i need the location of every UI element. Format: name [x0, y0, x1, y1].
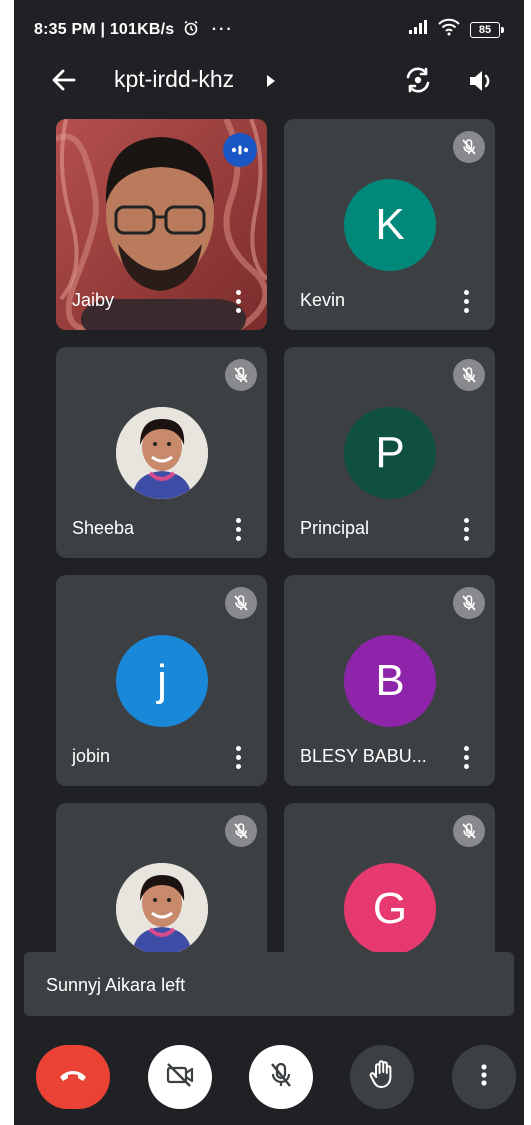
- avatar: B: [344, 635, 436, 727]
- participant-name: BLESY BABU...: [300, 746, 427, 766]
- participant-tile-kevin[interactable]: K Kevin: [284, 119, 495, 330]
- alarm-icon: [183, 20, 199, 41]
- raise-hand-button[interactable]: [350, 1045, 414, 1109]
- participant-tile-jaiby[interactable]: Jaiby: [56, 119, 267, 330]
- back-arrow-icon[interactable]: [50, 66, 78, 94]
- more-notifications-icon: ···: [211, 21, 234, 38]
- avatar: P: [344, 407, 436, 499]
- meeting-code[interactable]: kpt-irdd-khz: [114, 66, 234, 93]
- status-bar: 8:35 PM | 101KB/s ··· 85: [14, 0, 524, 56]
- avatar: G: [344, 863, 436, 955]
- status-left: 8:35 PM | 101KB/s ···: [34, 20, 234, 41]
- toast-message: Sunnyj Aikara left: [46, 975, 186, 995]
- wifi-icon: [438, 18, 460, 41]
- raise-hand-icon: [369, 1059, 395, 1095]
- battery-level: 85: [478, 23, 492, 36]
- participant-more-icon[interactable]: [235, 746, 241, 770]
- more-options-button[interactable]: [452, 1045, 516, 1109]
- participant-name: Jaiby: [72, 290, 115, 310]
- avatar-photo: [116, 863, 208, 955]
- participant-name: jobin: [72, 746, 111, 766]
- participant-name: Principal: [300, 518, 370, 538]
- participant-name: Kevin: [300, 290, 346, 310]
- avatar: j: [116, 635, 208, 727]
- speaker-icon[interactable]: [466, 66, 496, 96]
- participant-more-icon[interactable]: [463, 746, 469, 770]
- mic-off-icon: [268, 1061, 294, 1094]
- participant-more-icon[interactable]: [235, 518, 241, 542]
- mic-off-icon: [453, 359, 485, 391]
- participant-more-icon[interactable]: [463, 518, 469, 542]
- mic-off-icon: [453, 131, 485, 163]
- mic-off-icon: [225, 815, 257, 847]
- call-controls: [14, 1030, 524, 1125]
- camera-off-icon: [165, 1062, 195, 1093]
- speaking-indicator-icon: [223, 133, 257, 167]
- notification-toast: Sunnyj Aikara left: [24, 952, 514, 1016]
- signal-icon: [408, 19, 428, 40]
- hang-up-icon: [58, 1067, 88, 1088]
- participant-name: Sheeba: [72, 518, 135, 538]
- more-vert-icon: [480, 1063, 488, 1092]
- status-right: 85: [408, 18, 504, 41]
- mic-off-icon: [225, 359, 257, 391]
- avatar-photo: [116, 407, 208, 499]
- participant-tile-jobin[interactable]: j jobin: [56, 575, 267, 786]
- meeting-header: kpt-irdd-khz: [14, 58, 524, 104]
- participant-tile-principal[interactable]: P Principal: [284, 347, 495, 558]
- mic-off-icon: [453, 815, 485, 847]
- caret-right-icon[interactable]: [264, 73, 278, 89]
- switch-camera-icon[interactable]: [402, 64, 434, 96]
- participant-more-icon[interactable]: [463, 290, 469, 314]
- battery-icon: 85: [470, 21, 504, 38]
- participant-tile-sheeba[interactable]: Sheeba: [56, 347, 267, 558]
- status-time-speed: 8:35 PM | 101KB/s: [34, 21, 175, 38]
- participant-tile-blesy-babu[interactable]: B BLESY BABU...: [284, 575, 495, 786]
- participant-more-icon[interactable]: [235, 290, 241, 314]
- mic-off-icon: [225, 587, 257, 619]
- camera-toggle-button[interactable]: [148, 1045, 212, 1109]
- mic-toggle-button[interactable]: [249, 1045, 313, 1109]
- mic-off-icon: [453, 587, 485, 619]
- meet-screen: 8:35 PM | 101KB/s ··· 85 kpt-irdd-khz Ja…: [14, 0, 524, 1125]
- avatar: K: [344, 179, 436, 271]
- end-call-button[interactable]: [36, 1045, 110, 1109]
